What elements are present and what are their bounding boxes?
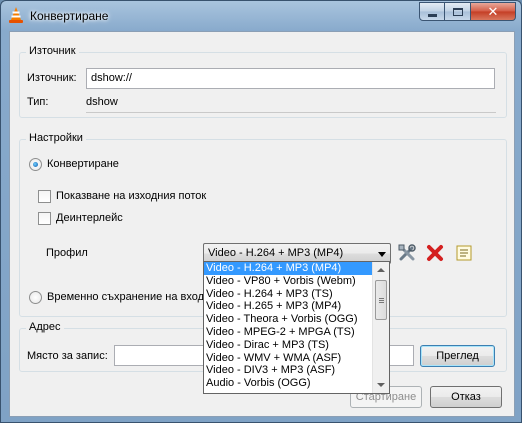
show-output-checkbox[interactable]: [38, 190, 51, 203]
profile-dropdown-list[interactable]: Video - H.264 + MP3 (MP4) Video - VP80 + …: [203, 261, 390, 394]
close-button[interactable]: ✕: [471, 2, 516, 21]
arrow-up-icon: [377, 268, 385, 272]
profile-option[interactable]: Video - MPEG-2 + MPGA (TS): [204, 326, 389, 339]
destination-file-label: Място за запис:: [27, 350, 108, 362]
profile-option[interactable]: Video - H.264 + MP3 (TS): [204, 288, 389, 301]
convert-radio[interactable]: [29, 158, 42, 171]
convert-dialog: Конвертиране ✕ Източник Източник: dshow:…: [0, 0, 522, 423]
dump-raw-radio[interactable]: [29, 291, 42, 304]
vlc-cone-icon: [9, 7, 23, 23]
edit-profile-button[interactable]: [396, 242, 418, 264]
profile-option[interactable]: Video - Theora + Vorbis (OGG): [204, 313, 389, 326]
scroll-down-button[interactable]: [373, 377, 389, 393]
chevron-down-icon: [378, 252, 386, 257]
profile-label: Профил: [46, 247, 88, 259]
new-profile-button[interactable]: [453, 242, 475, 264]
scroll-thumb[interactable]: [375, 280, 387, 320]
profile-option[interactable]: Video - Dirac + MP3 (TS): [204, 339, 389, 352]
profile-option[interactable]: Audio - Vorbis (OGG): [204, 377, 389, 390]
cancel-button[interactable]: Отказ: [430, 386, 502, 408]
convert-label[interactable]: Конвертиране: [47, 158, 119, 170]
type-value: dshow: [86, 96, 118, 108]
delete-icon: [427, 245, 443, 261]
profile-option[interactable]: Video - DIV3 + MP3 (ASF): [204, 364, 389, 377]
delete-profile-button[interactable]: [424, 242, 446, 264]
title-bar[interactable]: Конвертиране ✕: [1, 1, 521, 31]
browse-button[interactable]: Преглед: [420, 345, 495, 367]
dropdown-scrollbar[interactable]: [372, 262, 389, 393]
tools-icon: [398, 244, 416, 261]
profile-option[interactable]: Video - WMV + WMA (ASF): [204, 352, 389, 365]
profile-option[interactable]: Video - H.265 + MP3 (MP4): [204, 300, 389, 313]
maximize-icon: [452, 7, 463, 16]
show-output-label[interactable]: Показване на изходния поток: [56, 190, 206, 202]
arrow-down-icon: [377, 383, 385, 387]
source-label: Източник:: [27, 72, 77, 84]
destination-group-title: Адрес: [26, 321, 64, 333]
source-divider: [86, 112, 496, 113]
deinterlace-checkbox[interactable]: [38, 212, 51, 225]
scroll-up-button[interactable]: [373, 262, 389, 278]
settings-group-title: Настройки: [26, 132, 86, 144]
type-label: Тип:: [27, 96, 49, 108]
minimize-button[interactable]: [419, 2, 445, 21]
source-input[interactable]: dshow://: [86, 68, 495, 89]
profile-select-value: Video - H.264 + MP3 (MP4): [208, 247, 344, 259]
dump-raw-label[interactable]: Временно съхранение на входа: [47, 291, 210, 303]
new-profile-icon: [456, 245, 472, 261]
window-title: Конвертиране: [30, 9, 109, 23]
deinterlace-label[interactable]: Деинтерлейс: [56, 212, 123, 224]
close-icon: ✕: [487, 3, 499, 19]
maximize-button[interactable]: [445, 2, 471, 21]
minimize-icon: [427, 13, 437, 17]
profile-option[interactable]: Video - VP80 + Vorbis (Webm): [204, 275, 389, 288]
profile-option[interactable]: Video - H.264 + MP3 (MP4): [204, 262, 389, 275]
source-group-title: Източник: [26, 45, 79, 57]
